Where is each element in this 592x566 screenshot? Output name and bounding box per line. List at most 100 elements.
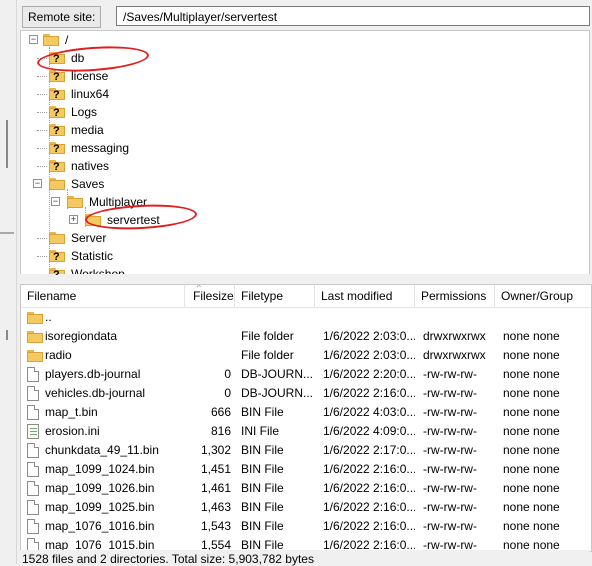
cell-modified: 1/6/2022 2:17:0...: [323, 443, 415, 457]
cell-size: 0: [224, 386, 231, 400]
tree-node-label: Logs: [71, 105, 98, 119]
collapse-icon[interactable]: −: [33, 179, 42, 188]
cell-name: map_1076_1016.bin: [45, 519, 155, 533]
cell-modified: 1/6/2022 4:03:0...: [323, 405, 415, 419]
cell-name: map_1099_1025.bin: [45, 500, 155, 514]
cell-modified: 1/6/2022 2:16:0...: [323, 386, 415, 400]
cell-owner: none none: [503, 443, 560, 457]
cell-type: BIN File: [241, 462, 284, 476]
cell-size: 0: [224, 367, 231, 381]
tree-scrollbar[interactable]: [20, 274, 590, 282]
tree-node-label: Server: [71, 231, 107, 245]
question-mark-icon: ?: [53, 125, 60, 137]
cell-size: 1,461: [200, 481, 231, 495]
divider: [16, 0, 17, 564]
file-icon: [27, 519, 39, 534]
question-mark-icon: ?: [53, 143, 60, 155]
cell-size: 1,543: [200, 519, 231, 533]
unknown-folder-icon: ?: [49, 70, 65, 83]
file-icon: [27, 405, 39, 420]
file-icon: [27, 481, 39, 496]
cell-size: 666: [210, 405, 231, 419]
cell-perms: -rw-rw-rw-: [423, 519, 477, 533]
folder-icon: [49, 178, 65, 190]
cell-perms: -rw-rw-rw-: [423, 481, 477, 495]
column-permissions[interactable]: Permissions: [415, 285, 495, 307]
tree-connector: [37, 148, 47, 149]
file-row[interactable]: radio File folder 1/6/2022 2:03:0... drwxrw…: [21, 346, 591, 365]
cell-type: BIN File: [241, 405, 284, 419]
folder-icon: [27, 312, 43, 324]
scrollbar-thumb[interactable]: [6, 330, 8, 340]
cell-owner: none none: [503, 519, 560, 533]
column-filesize[interactable]: Filesize: [185, 285, 235, 307]
cell-owner: none none: [503, 500, 560, 514]
cell-perms: -rw-rw-rw-: [423, 424, 477, 438]
file-row[interactable]: map_1099_1025.bin 1,463 BIN File 1/6/2022 2…: [21, 498, 591, 517]
tree-connector: [37, 94, 47, 95]
cell-modified: 1/6/2022 4:09:0...: [323, 424, 415, 438]
cell-owner: none none: [503, 405, 560, 419]
tree-node-label: messaging: [71, 141, 130, 155]
file-row[interactable]: chunkdata_49_11.bin 1,302 BIN File 1/6/2022…: [21, 441, 591, 460]
file-row[interactable]: players.db-journal 0 DB-JOURN... 1/6/2022 2…: [21, 365, 591, 384]
file-row[interactable]: erosion.ini 816 INI File 1/6/2022 4:09:0...…: [21, 422, 591, 441]
cell-owner: none none: [503, 424, 560, 438]
cell-modified: 1/6/2022 2:16:0...: [323, 481, 415, 495]
cell-type: DB-JOURN...: [241, 367, 313, 381]
unknown-folder-icon: ?: [49, 88, 65, 101]
column-owner-group[interactable]: Owner/Group: [495, 285, 591, 307]
question-mark-icon: ?: [53, 53, 60, 65]
unknown-folder-icon: ?: [49, 106, 65, 119]
tree-connector: [37, 238, 47, 239]
file-icon: [27, 386, 39, 401]
cell-name: ..: [45, 310, 52, 324]
file-row[interactable]: ..: [21, 308, 591, 327]
remote-site-label: Remote site:: [22, 6, 102, 28]
collapse-icon[interactable]: −: [51, 197, 60, 206]
column-filetype[interactable]: Filetype: [235, 285, 315, 307]
cell-name: map_1099_1024.bin: [45, 462, 155, 476]
cell-size: 1,451: [200, 462, 231, 476]
cell-modified: 1/6/2022 2:20:0...: [323, 367, 415, 381]
folder-icon: [43, 34, 59, 46]
cell-perms: drwxrwxrwx: [423, 329, 486, 343]
expand-icon[interactable]: +: [69, 215, 78, 224]
cell-owner: none none: [503, 386, 560, 400]
scrollbar-thumb[interactable]: [6, 120, 8, 168]
column-filename[interactable]: Filename: [21, 285, 185, 307]
unknown-folder-icon: ?: [49, 142, 65, 155]
cell-size: 1,463: [200, 500, 231, 514]
tree-node-label: Saves: [71, 177, 105, 191]
cell-type: File folder: [241, 329, 294, 343]
cell-type: DB-JOURN...: [241, 386, 313, 400]
folder-icon: [27, 350, 43, 362]
question-mark-icon: ?: [53, 71, 60, 83]
file-row[interactable]: map_1099_1026.bin 1,461 BIN File 1/6/2022 2…: [21, 479, 591, 498]
file-row[interactable]: map_1076_1016.bin 1,543 BIN File 1/6/2022 2…: [21, 517, 591, 536]
column-last-modified[interactable]: Last modified: [315, 285, 415, 307]
cell-type: BIN File: [241, 500, 284, 514]
file-icon: [27, 367, 39, 382]
splitter[interactable]: [0, 232, 14, 234]
cell-name: map_1099_1026.bin: [45, 481, 155, 495]
cell-perms: -rw-rw-rw-: [423, 443, 477, 457]
cell-perms: -rw-rw-rw-: [423, 500, 477, 514]
file-row[interactable]: map_1099_1024.bin 1,451 BIN File 1/6/2022 2…: [21, 460, 591, 479]
remote-site-path-input[interactable]: /Saves/Multiplayer/servertest: [116, 6, 590, 26]
cell-size: 1,302: [200, 443, 231, 457]
sort-ascending-icon: ^: [197, 284, 201, 292]
file-row[interactable]: vehicles.db-journal 0 DB-JOURN... 1/6/2022 …: [21, 384, 591, 403]
file-row[interactable]: map_t.bin 666 BIN File 1/6/2022 4:03:0... -r…: [21, 403, 591, 422]
cell-modified: 1/6/2022 2:16:0...: [323, 462, 415, 476]
cell-perms: -rw-rw-rw-: [423, 462, 477, 476]
file-row[interactable]: isoregiondata File folder 1/6/2022 2:03:0.…: [21, 327, 591, 346]
collapse-icon[interactable]: −: [29, 35, 38, 44]
cell-name: players.db-journal: [45, 367, 141, 381]
cell-name: radio: [45, 348, 72, 362]
file-icon: [27, 500, 39, 515]
tree-node-label: natives: [71, 159, 110, 173]
question-mark-icon: ?: [53, 269, 60, 276]
ini-file-icon: [27, 424, 39, 439]
cell-name: erosion.ini: [45, 424, 100, 438]
